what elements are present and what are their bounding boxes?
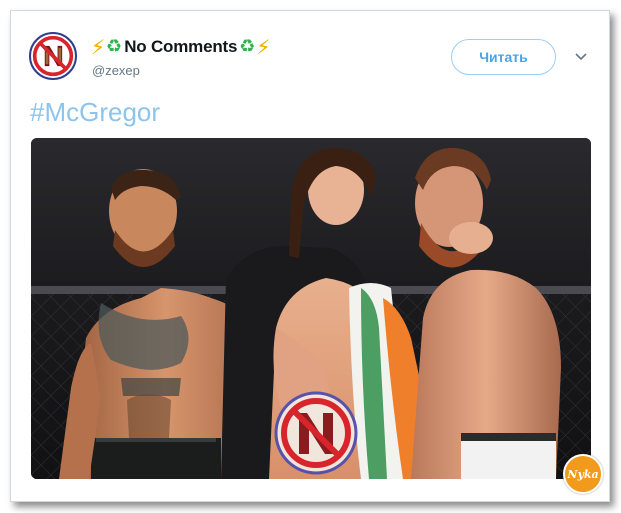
tweet-photo[interactable]: [31, 138, 591, 479]
display-name-row[interactable]: ⚡ ♻ No Comments ♻ ⚡: [91, 34, 270, 60]
recycle-icon: ♻: [239, 36, 256, 57]
lightning-icon: ⚡: [256, 35, 271, 59]
follow-button[interactable]: Читать: [451, 39, 556, 75]
chevron-down-icon[interactable]: [574, 52, 588, 62]
recycle-icon: ♻: [106, 36, 123, 57]
tweet-card: ⚡ ♻ No Comments ♻ ⚡ @zexep Читать #McGre…: [10, 10, 610, 502]
site-badge: Nyka: [563, 454, 603, 494]
lightning-icon: ⚡: [91, 35, 106, 59]
crossed-out-n-logo: [32, 35, 74, 77]
hashtag-link[interactable]: #McGregor: [30, 97, 160, 128]
photo-illustration: [31, 138, 591, 479]
user-handle[interactable]: @zexep: [92, 63, 140, 78]
watermark-logo: [274, 391, 358, 475]
avatar[interactable]: [29, 32, 77, 80]
display-name: No Comments: [124, 37, 238, 56]
